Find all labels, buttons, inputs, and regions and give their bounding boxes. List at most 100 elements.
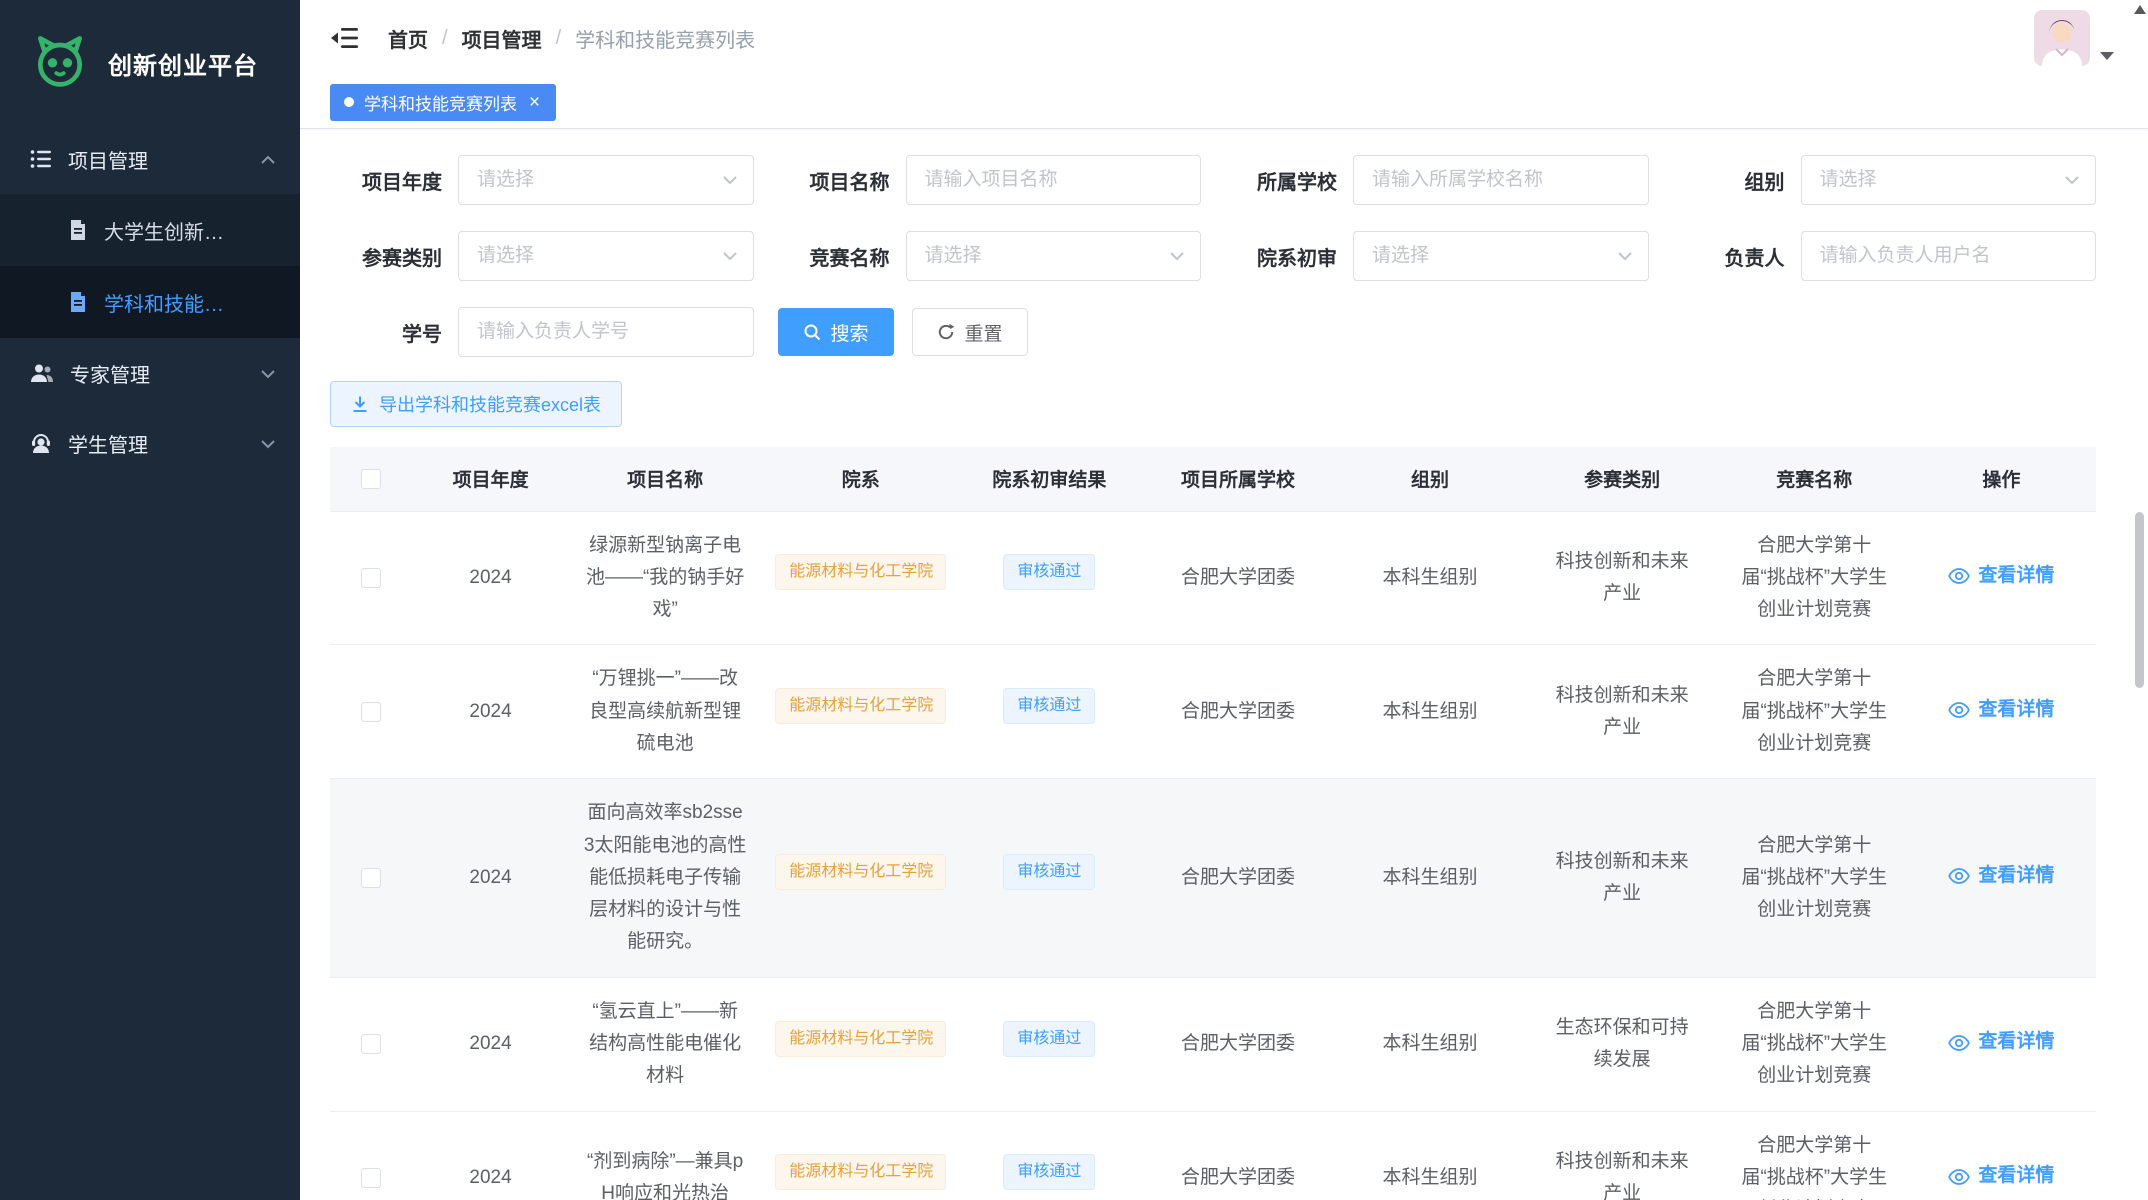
sidebar-item-label: 项目管理 (68, 145, 244, 174)
row-checkbox[interactable] (361, 702, 381, 722)
competition-select[interactable] (906, 231, 1202, 281)
student-id-input[interactable] (458, 307, 754, 357)
cell-school: 合肥大学团委 (1138, 1111, 1337, 1200)
col-school: 项目所属学校 (1138, 447, 1337, 511)
cell-year: 2024 (412, 1111, 569, 1200)
review-status-tag: 审核通过 (1003, 1154, 1095, 1190)
cell-school: 合肥大学团委 (1138, 511, 1337, 645)
project-year-select[interactable] (458, 155, 754, 205)
sidebar-item-label: 学科和技能… (104, 288, 224, 317)
breadcrumb-separator: / (556, 27, 562, 50)
sidebar-item-student-innovation[interactable]: 大学生创新… (0, 194, 300, 266)
filter-school: 所属学校 (1225, 155, 1649, 205)
eye-icon (1948, 1035, 1970, 1051)
search-button[interactable]: 搜索 (778, 308, 894, 356)
top-bar: 首页 / 项目管理 / 学科和技能竞赛列表 (300, 0, 2148, 76)
scrollbar-thumb[interactable] (2135, 512, 2144, 688)
row-checkbox[interactable] (361, 1034, 381, 1054)
review-status-tag: 审核通过 (1003, 1021, 1095, 1057)
filter-group: 组别 (1673, 155, 2097, 205)
eye-icon (1948, 1169, 1970, 1185)
cell-category: 科技创新和未来产业 (1523, 779, 1722, 977)
group-select[interactable] (1801, 155, 2097, 205)
review-status-tag: 审核通过 (1003, 554, 1095, 590)
cell-group: 本科生组别 (1338, 1111, 1523, 1200)
review-status-tag: 审核通过 (1003, 688, 1095, 724)
col-year: 项目年度 (412, 447, 569, 511)
dept-tag: 能源材料与化工学院 (775, 688, 946, 724)
cell-competition: 合肥大学第十届“挑战杯”大学生创业计划竞赛 (1722, 779, 1907, 977)
filter-label-project-name: 项目名称 (778, 166, 906, 195)
col-competition: 竞赛名称 (1722, 447, 1907, 511)
tab-label: 学科和技能竞赛列表 (364, 90, 517, 115)
filter-actions: 搜索 重置 (778, 307, 2097, 357)
view-detail-link[interactable]: 查看详情 (1948, 1026, 2054, 1058)
chevron-down-icon[interactable] (2100, 52, 2114, 60)
filter-category: 参赛类别 (330, 231, 754, 281)
scroll-up-arrow[interactable] (2134, 5, 2146, 14)
col-review-result: 院系初审结果 (960, 447, 1138, 511)
filter-label-competition-name: 竞赛名称 (778, 242, 906, 271)
row-checkbox[interactable] (361, 868, 381, 888)
document-icon (68, 291, 88, 313)
cell-category: 生态环保和可持续发展 (1523, 977, 1722, 1111)
export-excel-button[interactable]: 导出学科和技能竞赛excel表 (330, 381, 622, 427)
filter-label-category: 参赛类别 (330, 242, 458, 271)
sidebar-item-subject-skill-competition[interactable]: 学科和技能… (0, 266, 300, 338)
cell-school: 合肥大学团委 (1138, 977, 1337, 1111)
table-row: 2024 “万锂挑一”——改良型高续航新型锂硫电池 能源材料与化工学院 审核通过… (330, 645, 2096, 779)
sidebar-item-project-management[interactable]: 项目管理 (0, 124, 300, 194)
avatar[interactable] (2034, 10, 2090, 66)
sidebar: 创新创业平台 项目管理 (0, 0, 300, 1200)
reset-button[interactable]: 重置 (912, 308, 1028, 356)
users-icon (30, 363, 54, 383)
chevron-down-icon (260, 432, 276, 455)
view-detail-link[interactable]: 查看详情 (1948, 860, 2054, 892)
eye-icon (1948, 868, 1970, 884)
filter-leader: 负责人 (1673, 231, 2097, 281)
table-row: 2024 “氢云直上”——新结构高性能电催化材料 能源材料与化工学院 审核通过 … (330, 977, 2096, 1111)
cell-competition: 合肥大学第十届“挑战杯”大学生创业计划竞赛 (1722, 645, 1907, 779)
view-detail-link[interactable]: 查看详情 (1948, 1160, 2054, 1192)
tab-close-icon[interactable]: × (527, 93, 542, 112)
col-category: 参赛类别 (1523, 447, 1722, 511)
category-select[interactable] (458, 231, 754, 281)
sidebar-item-expert-management[interactable]: 专家管理 (0, 338, 300, 408)
cell-group: 本科生组别 (1338, 645, 1523, 779)
logo-icon (30, 30, 90, 96)
filter-label-project-year: 项目年度 (330, 166, 458, 195)
table-row: 2024 面向高效率sb2sse3太阳能电池的高性能低损耗电子传输层材料的设计与… (330, 779, 2096, 977)
dept-review-select[interactable] (1353, 231, 1649, 281)
cell-project-name: 面向高效率sb2sse3太阳能电池的高性能低损耗电子传输层材料的设计与性能研究。 (569, 779, 761, 977)
view-detail-link[interactable]: 查看详情 (1948, 560, 2054, 592)
breadcrumb-home[interactable]: 首页 (388, 24, 428, 53)
chevron-up-icon (260, 148, 276, 171)
cell-year: 2024 (412, 511, 569, 645)
brand: 创新创业平台 (0, 0, 300, 124)
breadcrumb-project-management[interactable]: 项目管理 (462, 24, 542, 53)
filter-project-name: 项目名称 (778, 155, 1202, 205)
main-area: 首页 / 项目管理 / 学科和技能竞赛列表 (300, 0, 2148, 1200)
leader-input[interactable] (1801, 231, 2097, 281)
tab-subject-skill-competition-list[interactable]: 学科和技能竞赛列表 × (330, 84, 556, 121)
col-dept: 院系 (761, 447, 960, 511)
sidebar-item-student-management[interactable]: 学生管理 (0, 408, 300, 478)
view-detail-link[interactable]: 查看详情 (1948, 694, 2054, 726)
row-checkbox[interactable] (361, 1168, 381, 1188)
filter-label-student-id: 学号 (330, 318, 458, 347)
table-row: 2024 绿源新型钠离子电池——“我的钠手好戏” 能源材料与化工学院 审核通过 … (330, 511, 2096, 645)
project-name-input[interactable] (906, 155, 1202, 205)
school-input[interactable] (1353, 155, 1649, 205)
filter-label-leader: 负责人 (1673, 242, 1801, 271)
user-menu[interactable] (2034, 10, 2114, 66)
col-project-name: 项目名称 (569, 447, 761, 511)
sidebar-fold-icon[interactable] (330, 25, 360, 51)
cell-year: 2024 (412, 779, 569, 977)
filter-label-dept-review: 院系初审 (1225, 242, 1353, 271)
chevron-down-icon (260, 362, 276, 385)
filter-label-school: 所属学校 (1225, 166, 1353, 195)
page-scrollbar (2132, 0, 2148, 1200)
select-all-checkbox[interactable] (361, 469, 381, 489)
row-checkbox[interactable] (361, 568, 381, 588)
cell-category: 科技创新和未来产业 (1523, 1111, 1722, 1200)
